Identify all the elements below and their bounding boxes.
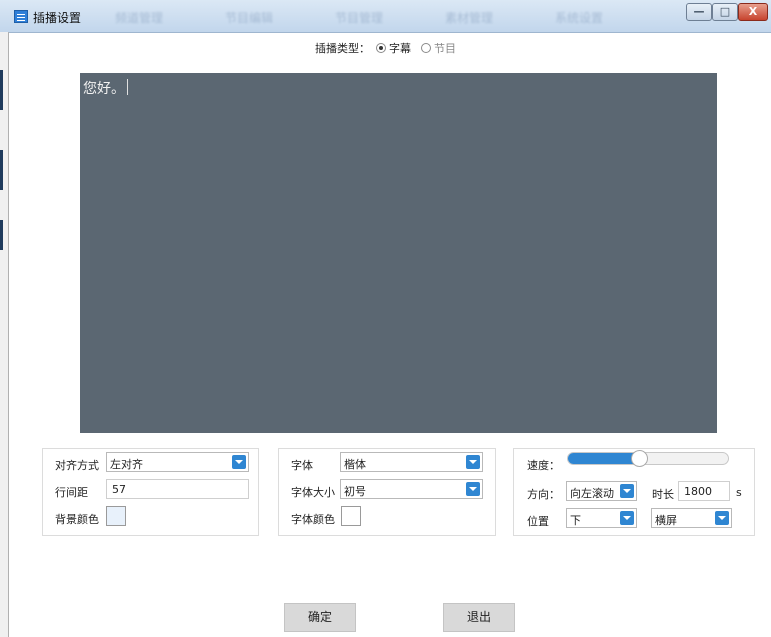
- duration-label: 时长: [652, 488, 674, 501]
- chevron-down-icon[interactable]: [715, 511, 729, 525]
- position-select[interactable]: 下: [566, 508, 637, 528]
- insert-type-label: 插播类型：: [315, 42, 370, 55]
- font-size-value: 初号: [344, 485, 366, 498]
- background-menu-item: 节目管理: [335, 11, 384, 25]
- font-size-select[interactable]: 初号: [340, 479, 483, 499]
- background-window-edge: [0, 32, 9, 637]
- ok-button[interactable]: 确定: [284, 603, 356, 632]
- direction-value: 向左滚动: [570, 487, 614, 500]
- radio-unselected-icon: [421, 43, 431, 53]
- radio-subtitle-label: 字幕: [389, 42, 411, 55]
- speed-slider-thumb[interactable]: [631, 450, 648, 467]
- background-menu-item: 频道管理: [115, 11, 164, 25]
- maximize-button[interactable]: □: [712, 3, 738, 21]
- app-icon: [14, 10, 28, 23]
- font-color-swatch[interactable]: [341, 506, 361, 526]
- direction-label: 方向：: [527, 488, 560, 501]
- line-spacing-value: 57: [112, 483, 126, 496]
- line-spacing-label: 行间距: [55, 486, 88, 499]
- minimize-button[interactable]: —: [686, 3, 712, 21]
- background-menu-item: 节目编辑: [225, 11, 274, 25]
- close-button[interactable]: X: [738, 3, 768, 21]
- title-bar: 插播设置 频道管理 节目编辑 节目管理 素材管理 系统设置 — □ X: [0, 0, 771, 33]
- close-icon: X: [748, 5, 758, 18]
- bg-color-label: 背景颜色: [55, 513, 99, 526]
- position-label: 位置: [527, 515, 549, 528]
- radio-program-label: 节目: [434, 42, 456, 55]
- radio-program[interactable]: 节目: [421, 40, 456, 56]
- chevron-down-icon[interactable]: [232, 455, 246, 469]
- window-title: 插播设置: [33, 11, 82, 25]
- position-value: 下: [570, 514, 581, 527]
- subtitle-text: 您好。: [83, 81, 125, 97]
- exit-button[interactable]: 退出: [443, 603, 515, 632]
- chevron-down-icon[interactable]: [466, 482, 480, 496]
- align-label: 对齐方式: [55, 459, 99, 472]
- duration-input[interactable]: 1800: [678, 481, 730, 501]
- speed-label: 速度：: [527, 459, 560, 472]
- background-menu-item: 系统设置: [555, 11, 604, 25]
- bg-color-swatch[interactable]: [106, 506, 126, 526]
- background-menu-item: 素材管理: [445, 11, 494, 25]
- chevron-down-icon[interactable]: [466, 455, 480, 469]
- duration-unit: s: [736, 486, 742, 499]
- direction-select[interactable]: 向左滚动: [566, 481, 637, 501]
- radio-subtitle[interactable]: 字幕: [376, 40, 411, 56]
- radio-selected-icon: [376, 43, 386, 53]
- align-value: 左对齐: [110, 458, 143, 471]
- chevron-down-icon[interactable]: [620, 511, 634, 525]
- orientation-value: 横屏: [655, 514, 677, 527]
- insert-type-row: 插播类型： 字幕 节目: [315, 40, 466, 56]
- chevron-down-icon[interactable]: [620, 484, 634, 498]
- text-caret: [127, 79, 128, 95]
- font-value: 楷体: [344, 458, 366, 471]
- font-size-label: 字体大小: [291, 486, 335, 499]
- font-select[interactable]: 楷体: [340, 452, 483, 472]
- subtitle-editor[interactable]: 您好。: [80, 73, 717, 433]
- font-color-label: 字体颜色: [291, 513, 335, 526]
- align-select[interactable]: 左对齐: [106, 452, 249, 472]
- orientation-select[interactable]: 横屏: [651, 508, 732, 528]
- line-spacing-input[interactable]: 57: [106, 479, 249, 499]
- maximize-icon: □: [719, 5, 731, 18]
- speed-slider[interactable]: [567, 450, 729, 467]
- duration-value: 1800: [684, 485, 712, 498]
- minimize-icon: —: [693, 5, 705, 18]
- font-label: 字体: [291, 459, 313, 472]
- speed-slider-fill: [568, 453, 639, 464]
